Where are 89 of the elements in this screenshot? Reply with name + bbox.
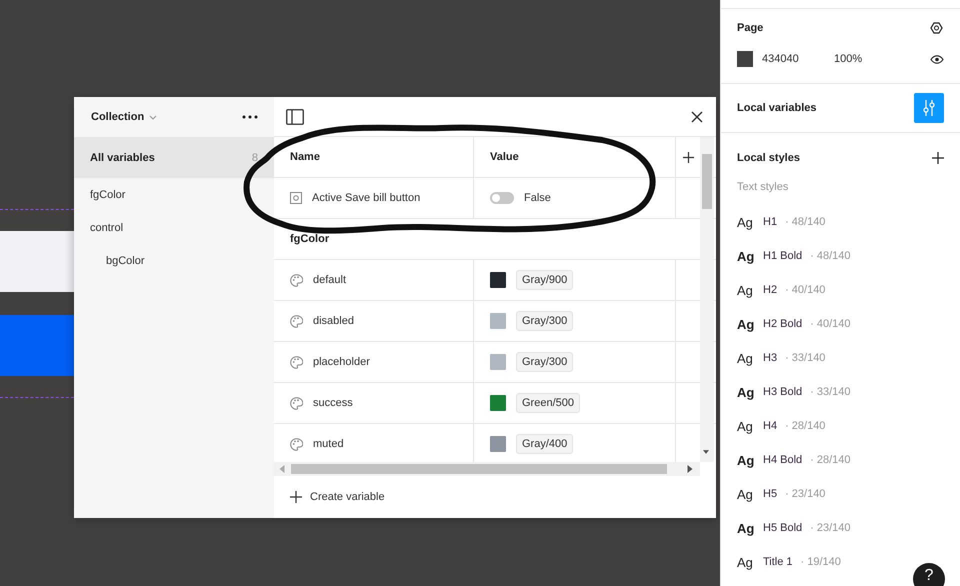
scroll-right-icon [687, 465, 693, 473]
variables-button[interactable] [914, 93, 944, 123]
group-label: All variables [90, 152, 155, 164]
section-title: Page [737, 22, 764, 34]
boolean-icon [290, 192, 302, 204]
text-style-name[interactable]: H5 Bold [763, 522, 802, 534]
text-style-sample: Ag [737, 282, 754, 298]
scroll-left-icon [279, 465, 285, 473]
text-style-name[interactable]: Title 1 [763, 556, 793, 568]
text-style-name[interactable]: H2 Bold [763, 318, 802, 330]
scrollbar-thumb[interactable] [702, 154, 712, 209]
opacity-value[interactable]: 100% [834, 53, 930, 65]
text-style-sample: Ag [737, 520, 755, 536]
variable-name: disabled [313, 315, 354, 327]
sidebar-item[interactable]: fgColor [74, 178, 274, 211]
column-header: Name [274, 137, 474, 177]
vertical-scrollbar[interactable] [700, 137, 714, 462]
collection-dropdown[interactable]: Collection [91, 111, 158, 123]
hexagon-icon [930, 22, 944, 34]
variable-name: Active Save bill button [312, 192, 420, 204]
add-icon [290, 491, 302, 503]
text-style-name[interactable]: H2 [763, 284, 778, 296]
text-style-name[interactable]: H5 [763, 488, 778, 500]
panel-toggle-icon[interactable] [286, 108, 304, 124]
sliders-icon [922, 100, 936, 116]
palette-icon [290, 438, 303, 450]
sidebar-item[interactable]: All variables 8 [74, 137, 274, 178]
sidebar-item[interactable]: control [74, 211, 274, 244]
more-icon[interactable] [242, 115, 258, 119]
text-style-spec: · 19/140 [800, 556, 841, 568]
text-style-spec: · 40/140 [810, 318, 851, 330]
text-style-name[interactable]: H3 Bold [763, 386, 802, 398]
close-icon[interactable] [691, 110, 703, 122]
text-style-sample: Ag [737, 452, 755, 468]
hex-value[interactable]: 434040 [762, 53, 834, 65]
toggle-switch[interactable] [490, 192, 514, 204]
variable-name: placeholder [313, 356, 370, 368]
palette-icon [290, 314, 303, 328]
text-style-spec: · 48/140 [785, 216, 826, 228]
text-style-spec: · 23/140 [785, 488, 826, 500]
text-style-spec: · 33/140 [785, 352, 826, 364]
text-style-name[interactable]: H1 [763, 216, 778, 228]
value-chip: Gray/300 [516, 352, 574, 372]
variable-value: False [524, 192, 551, 204]
variable-name: success [313, 397, 353, 409]
palette-icon [290, 396, 303, 410]
palette-icon [290, 274, 303, 286]
text-style-name[interactable]: H4 [763, 420, 778, 432]
add-icon[interactable] [932, 152, 944, 164]
text-style-name[interactable]: H3 [763, 352, 778, 364]
variable-count: 8 [252, 152, 258, 164]
text-style-spec: · 28/140 [810, 454, 851, 466]
text-style-spec: · 33/140 [810, 386, 851, 398]
color-swatch[interactable] [737, 51, 753, 67]
text-style-spec: · 40/140 [785, 284, 826, 296]
text-style-sample: Ag [737, 554, 754, 570]
eye-icon[interactable] [930, 54, 944, 64]
text-style-sample: Ag [737, 214, 754, 230]
text-style-name[interactable]: H1 Bold [763, 250, 802, 262]
scroll-down-icon [703, 448, 709, 456]
text-style-sample: Ag [737, 384, 755, 400]
section-title: Local variables [737, 102, 816, 114]
scrollbar-thumb[interactable] [291, 464, 667, 474]
chevron-down-icon [149, 114, 158, 120]
group-heading: fgColor [289, 232, 330, 247]
help-button[interactable]: ? [913, 563, 945, 586]
text-style-spec: · 23/140 [810, 522, 851, 534]
text-style-sample: Ag [737, 248, 755, 264]
text-style-sample: Ag [737, 486, 754, 502]
text-style-sample: Ag [737, 350, 754, 366]
variable-name: muted [313, 438, 344, 450]
variable-name: default [313, 274, 346, 286]
text-style-sample: Ag [737, 316, 755, 332]
section-title: Local styles [737, 152, 800, 164]
value-chip: Gray/400 [516, 434, 574, 454]
subsection-heading: Text styles [737, 181, 790, 193]
value-chip: Gray/300 [516, 311, 574, 331]
add-icon[interactable] [682, 152, 694, 162]
text-style-sample: Ag [737, 418, 754, 434]
horizontal-scrollbar[interactable] [274, 462, 700, 476]
sidebar-item[interactable]: bgColor [74, 244, 274, 277]
text-style-name[interactable]: H4 Bold [763, 454, 802, 466]
value-chip: Gray/900 [516, 270, 574, 290]
text-style-spec: · 28/140 [785, 420, 826, 432]
text-style-spec: · 48/140 [810, 250, 851, 262]
create-variable-button[interactable]: Create variable [274, 476, 716, 518]
column-header: Value [474, 137, 676, 177]
value-chip: Green/500 [516, 393, 580, 413]
palette-icon [290, 356, 303, 368]
